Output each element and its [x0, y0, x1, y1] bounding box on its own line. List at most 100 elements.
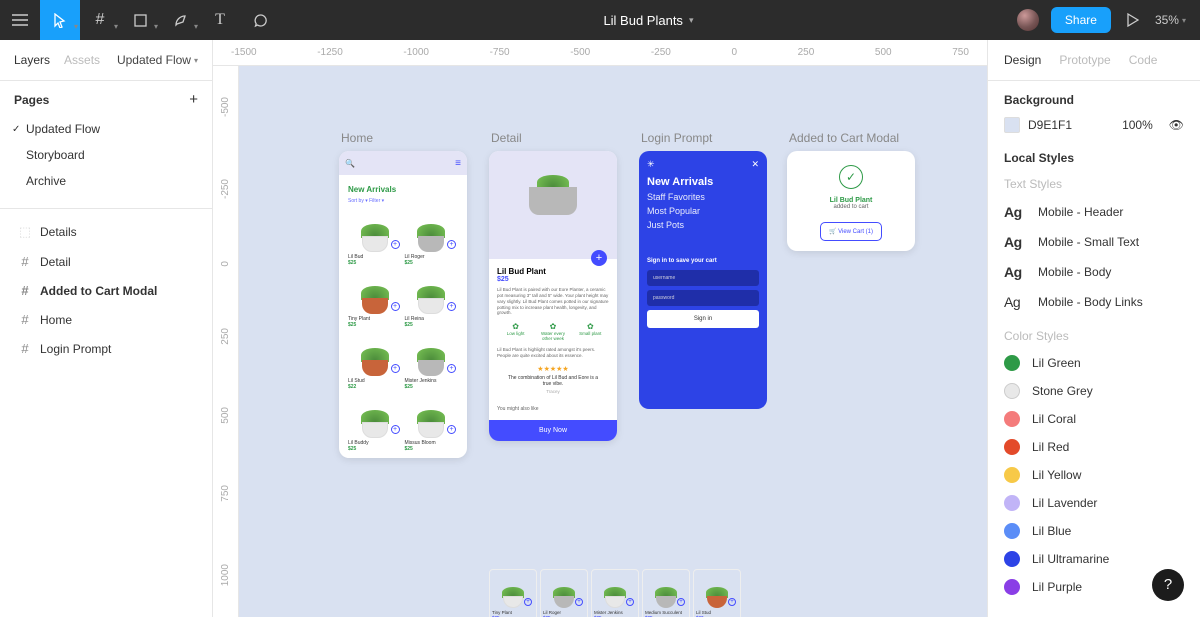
layer-item[interactable]: #Login Prompt [4, 334, 208, 363]
help-button[interactable]: ? [1152, 569, 1184, 601]
text-tool[interactable]: T [200, 0, 240, 40]
text-style-item[interactable]: AgMobile - Header [988, 197, 1200, 227]
text-icon: T [215, 12, 225, 28]
text-styles-label: Text Styles [988, 165, 1200, 197]
document-title[interactable]: Lil Bud Plants [603, 13, 683, 28]
frame-label[interactable]: Added to Cart Modal [787, 131, 915, 145]
signin-button: Sign in [647, 310, 759, 328]
tab-design[interactable]: Design [1004, 53, 1041, 67]
search-icon [345, 159, 355, 168]
move-tool[interactable]: ▾ [40, 0, 80, 40]
product-cell: Lil Bud$25+ [348, 208, 402, 267]
chevron-down-icon: ▾ [74, 22, 78, 31]
color-dot [1004, 495, 1020, 511]
layer-item[interactable]: #Detail [4, 247, 208, 276]
add-icon: + [391, 364, 400, 373]
frame-icon: # [18, 283, 32, 298]
chevron-down-icon: ▾ [154, 22, 158, 31]
color-style-item[interactable]: Lil Lavender [988, 489, 1200, 517]
view-cart-button: 🛒 View Cart (1) [820, 222, 882, 241]
local-styles-header: Local Styles [1004, 151, 1184, 165]
tab-prototype[interactable]: Prototype [1059, 53, 1110, 67]
layer-item[interactable]: #Added to Cart Modal [4, 276, 208, 305]
color-style-item[interactable]: Lil Blue [988, 517, 1200, 545]
play-icon [1127, 13, 1139, 27]
page-item[interactable]: Updated Flow [4, 116, 208, 142]
color-dot [1004, 467, 1020, 483]
color-style-item[interactable]: Lil Coral [988, 405, 1200, 433]
present-button[interactable] [1123, 10, 1143, 30]
add-icon: + [391, 302, 400, 311]
artboard-home[interactable]: ≡ New Arrivals Sort by ▾ Filter ▾ Lil Bu… [339, 151, 467, 458]
text-style-item[interactable]: AgMobile - Small Text [988, 227, 1200, 257]
color-dot [1004, 579, 1020, 595]
menu-button[interactable] [0, 0, 40, 40]
color-dot [1004, 551, 1020, 567]
frame-label[interactable]: Home [339, 131, 467, 145]
page-item[interactable]: Storyboard [4, 142, 208, 168]
page-item[interactable]: Archive [4, 168, 208, 194]
background-alpha[interactable]: 100% [1122, 118, 1153, 132]
color-dot [1004, 523, 1020, 539]
pen-icon [173, 13, 188, 28]
artboard-modal[interactable]: ✓ Lil Bud Plant added to cart 🛒 View Car… [787, 151, 915, 251]
text-style-item[interactable]: AgMobile - Body Links [988, 287, 1200, 317]
buy-button: Buy Now [489, 420, 617, 441]
frame-icon: ⬚ [18, 224, 32, 240]
cursor-icon [54, 13, 66, 28]
left-panel: Layers Assets Updated Flow▾ Pages + Upda… [0, 40, 213, 617]
color-dot [1004, 439, 1020, 455]
shape-tool[interactable]: ▾ [120, 0, 160, 40]
ruler-vertical: -500-25002505007501000 [213, 66, 239, 617]
frame-label[interactable]: Detail [489, 131, 617, 145]
frame-icon: # [18, 341, 32, 356]
close-icon: ✕ [751, 159, 759, 170]
chevron-down-icon: ▾ [194, 56, 198, 65]
pages-header: Pages [14, 93, 49, 107]
tab-assets[interactable]: Assets [64, 53, 100, 67]
comment-tool[interactable] [240, 0, 280, 40]
frame-label[interactable]: Login Prompt [639, 131, 767, 145]
color-style-item[interactable]: Lil Yellow [988, 461, 1200, 489]
product-cell: Lil Buddy$25+ [348, 394, 402, 453]
add-icon: + [391, 425, 400, 434]
share-button[interactable]: Share [1051, 7, 1111, 33]
add-icon: + [591, 250, 607, 266]
color-dot [1004, 383, 1020, 399]
tab-layers[interactable]: Layers [14, 53, 50, 67]
related-cell: +Lil Stud$22 [693, 569, 741, 617]
frame-tool[interactable]: #▾ [80, 0, 120, 40]
artboard-detail[interactable]: + Lil Bud Plant $25 Lil Bud Plant is pai… [489, 151, 617, 441]
color-style-item[interactable]: Lil Green [988, 349, 1200, 377]
ruler-horizontal: -1500-1250-1000-750-500-2500250500750 [213, 40, 987, 66]
zoom-dropdown[interactable]: 35%▾ [1155, 13, 1186, 27]
avatar[interactable] [1017, 9, 1039, 31]
star-rating: ★★★★★ [497, 365, 609, 373]
related-cell: +Medium Succulent$25 [642, 569, 690, 617]
tab-code[interactable]: Code [1129, 53, 1158, 67]
password-field: password [647, 290, 759, 306]
text-style-item[interactable]: AgMobile - Body [988, 257, 1200, 287]
username-field: username [647, 270, 759, 286]
related-cell: +Mister Jenkins$25 [591, 569, 639, 617]
color-swatch[interactable] [1004, 117, 1020, 133]
layer-item[interactable]: #Home [4, 305, 208, 334]
chevron-down-icon: ▾ [114, 22, 118, 31]
background-value[interactable]: D9E1F1 [1028, 118, 1088, 132]
product-cell: Tiny Plant$25+ [348, 270, 402, 329]
add-icon: + [447, 302, 456, 311]
color-style-item[interactable]: Stone Grey [988, 377, 1200, 405]
layer-item[interactable]: ⬚Details [4, 217, 208, 247]
artboard-login[interactable]: ✳✕ New Arrivals Staff Favorites Most Pop… [639, 151, 767, 409]
color-style-item[interactable]: Lil Red [988, 433, 1200, 461]
eye-icon[interactable]: 👁 [1169, 118, 1184, 132]
page-dropdown[interactable]: Updated Flow▾ [117, 53, 198, 67]
check-icon: ✓ [839, 165, 863, 189]
pen-tool[interactable]: ▾ [160, 0, 200, 40]
frame-icon: # [18, 312, 32, 327]
add-page-button[interactable]: + [189, 91, 198, 108]
add-icon: + [447, 240, 456, 249]
chevron-down-icon: ▾ [194, 22, 198, 31]
product-cell: Lil Stud$22+ [348, 332, 402, 391]
color-dot [1004, 355, 1020, 371]
